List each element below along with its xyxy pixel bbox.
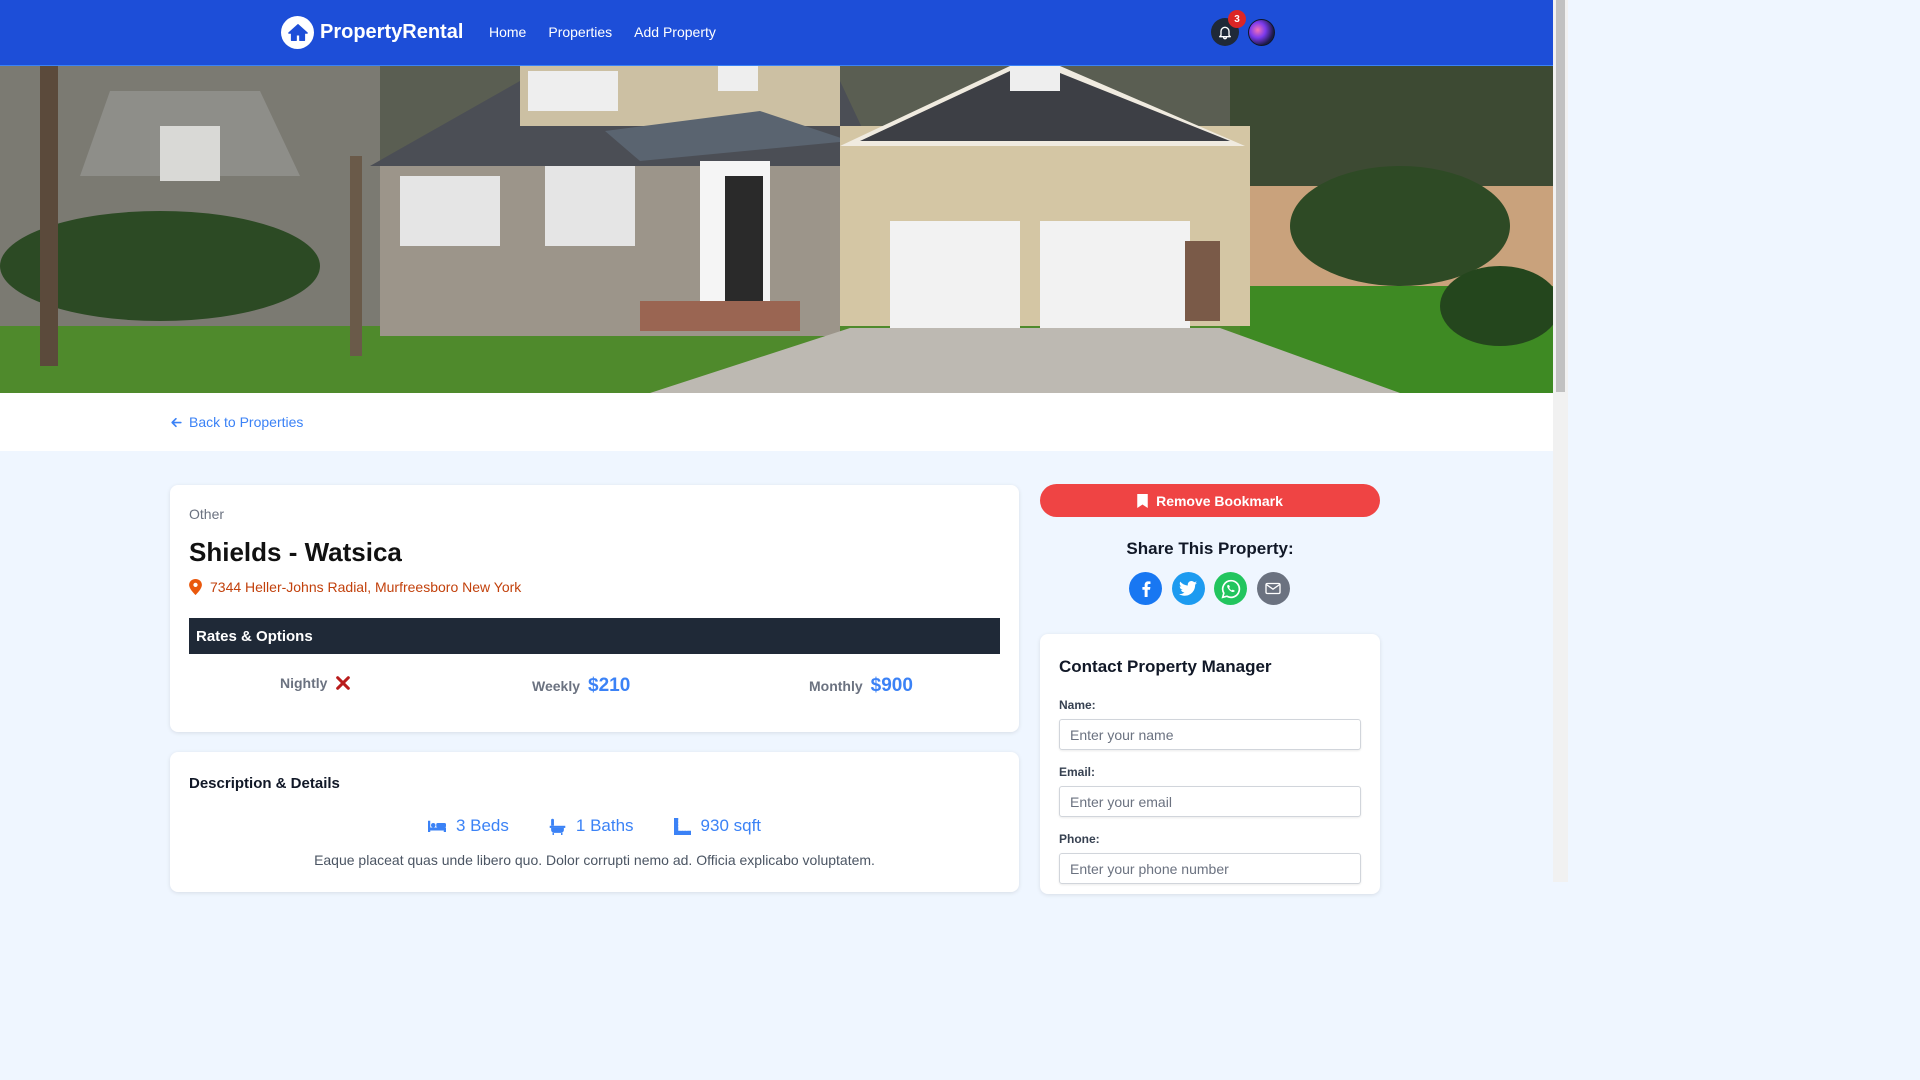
house-logo-icon: [281, 16, 314, 49]
property-title: Shields - Watsica: [189, 537, 402, 567]
feature-baths: 1 Baths: [549, 816, 634, 836]
back-link-label: Back to Properties: [189, 414, 304, 430]
features-row: 3 Beds 1 Baths 930 sqft: [170, 816, 1019, 836]
rate-weekly: Weekly $210: [532, 675, 630, 697]
nav-right: 3: [1211, 10, 1275, 46]
rate-monthly-value: $900: [870, 675, 913, 696]
twitter-share-button[interactable]: [1171, 572, 1205, 605]
x-mark-icon: [336, 676, 351, 690]
navbar: PropertyRental Home Properties Add Prope…: [0, 0, 1553, 66]
sqft-value: 930 sqft: [700, 816, 762, 835]
property-hero-image: [0, 66, 1553, 393]
rate-nightly: Nightly: [280, 675, 351, 691]
facebook-share-button[interactable]: [1129, 572, 1162, 605]
ruler-combined-icon: [673, 817, 691, 835]
scrollbar-thumb[interactable]: [1556, 0, 1565, 392]
rate-nightly-label: Nightly: [280, 675, 328, 691]
email-label: Email:: [1059, 765, 1096, 779]
rates-header: Rates & Options: [189, 618, 1000, 654]
rates-row: Nightly Weekly $210 Monthly $900: [189, 675, 1000, 699]
notification-badge: 3: [1228, 10, 1246, 28]
property-location: 7344 Heller-Johns Radial, Murfreesboro N…: [189, 579, 521, 595]
facebook-icon: [1141, 580, 1150, 597]
contact-title: Contact Property Manager: [1059, 657, 1272, 676]
contact-manager-card: Contact Property Manager Name: Email: Ph…: [1040, 634, 1380, 894]
twitter-icon: [1179, 581, 1197, 596]
details-title: Description & Details: [189, 775, 340, 792]
property-address: 7344 Heller-Johns Radial, Murfreesboro N…: [210, 579, 522, 595]
whatsapp-share-button[interactable]: [1214, 572, 1247, 605]
notifications-button[interactable]: 3: [1211, 10, 1246, 46]
email-share-button[interactable]: [1256, 572, 1290, 605]
back-bar: Back to Properties: [0, 393, 1553, 451]
share-title: Share This Property:: [1126, 539, 1294, 558]
feature-beds: 3 Beds: [427, 816, 509, 836]
brand-name: PropertyRental: [320, 21, 464, 43]
feature-sqft: 930 sqft: [673, 816, 762, 836]
rate-weekly-value: $210: [588, 675, 631, 696]
arrow-left-icon: [171, 417, 182, 427]
beds-count: 3 Beds: [455, 816, 509, 835]
user-avatar[interactable]: [1248, 18, 1275, 46]
name-label: Name:: [1059, 698, 1096, 712]
nav-link-add-property[interactable]: Add Property: [623, 20, 727, 44]
rate-weekly-label: Weekly: [532, 678, 580, 694]
name-input[interactable]: [1059, 719, 1361, 750]
bookmark-icon: [1137, 493, 1148, 508]
map-marker-icon: [189, 579, 202, 595]
nav-links: Home Properties Add Property: [478, 20, 727, 44]
email-icon: [1265, 582, 1281, 595]
property-description: Eaque placeat quas unde libero quo. Dolo…: [314, 852, 875, 868]
brand-link[interactable]: PropertyRental: [281, 16, 463, 49]
description-details-card: Description & Details 3 Beds 1 Baths 930…: [170, 752, 1019, 892]
rate-monthly-label: Monthly: [809, 678, 863, 694]
email-input[interactable]: [1059, 786, 1361, 817]
property-type: Other: [189, 506, 225, 522]
remove-bookmark-button[interactable]: Remove Bookmark: [1040, 484, 1380, 517]
bed-icon: [427, 820, 446, 832]
bell-icon: [1219, 26, 1231, 40]
phone-label: Phone:: [1059, 832, 1100, 846]
page-scrollbar[interactable]: [1553, 0, 1568, 882]
share-buttons: [1129, 572, 1299, 605]
phone-input[interactable]: [1059, 853, 1361, 884]
bath-icon: [549, 818, 566, 835]
remove-bookmark-label: Remove Bookmark: [1156, 492, 1283, 509]
rate-monthly: Monthly $900: [809, 675, 913, 697]
back-to-properties-link[interactable]: Back to Properties: [170, 414, 303, 430]
whatsapp-icon: [1220, 579, 1240, 598]
nav-link-home[interactable]: Home: [478, 20, 537, 44]
property-info-card: Other Shields - Watsica 7344 Heller-John…: [170, 485, 1019, 732]
nav-link-properties[interactable]: Properties: [537, 20, 623, 44]
baths-count: 1 Baths: [575, 816, 634, 835]
